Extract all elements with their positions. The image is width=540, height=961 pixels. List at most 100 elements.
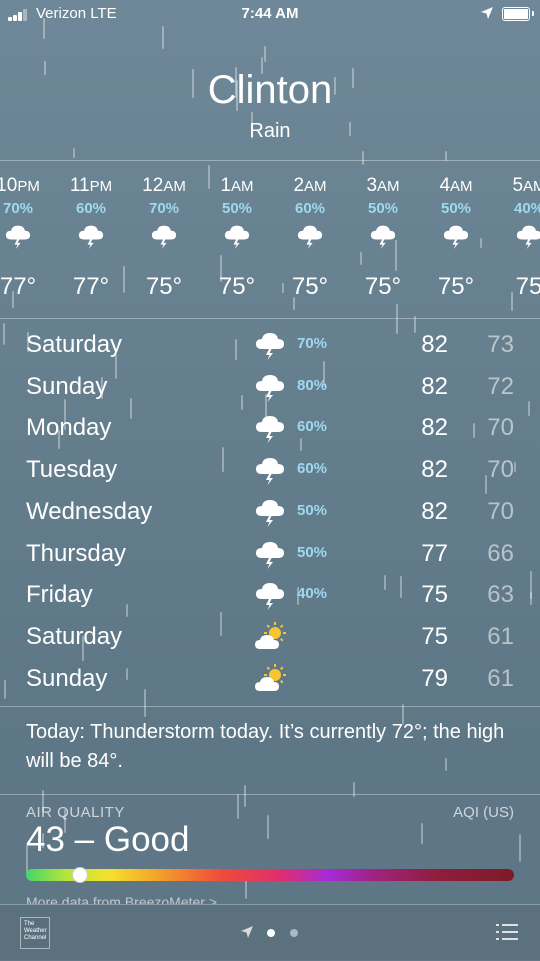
clock: 7:44 AM — [241, 5, 299, 22]
precip-probability: 70% — [297, 335, 328, 352]
hour-label: 12AM — [142, 175, 186, 196]
divider — [0, 160, 540, 161]
day-name: Monday — [26, 414, 112, 442]
hour-temperature: 75° — [291, 273, 329, 300]
daily-row: Saturday 70% 82 73 — [0, 323, 540, 365]
divider — [0, 318, 540, 319]
hour-temperature: 75° — [145, 273, 183, 300]
daily-row: Sunday 79 61 — [0, 657, 540, 699]
thunderstorm-icon — [150, 223, 178, 251]
precip-probability: 50% — [221, 200, 253, 217]
air-quality-label: AIR QUALITY — [26, 804, 125, 821]
thunderstorm-icon — [4, 223, 32, 251]
low-temperature: 70 — [487, 414, 514, 442]
low-temperature: 61 — [487, 664, 514, 692]
low-temperature: 70 — [487, 497, 514, 525]
raindrop — [244, 785, 246, 807]
daily-row: Thursday 50% 77 66 — [0, 532, 540, 574]
hour-temperature: 77° — [0, 273, 37, 300]
hour-label: 10PM — [0, 175, 40, 196]
hour-temperature: 77° — [72, 273, 110, 300]
page-dot-active[interactable] — [267, 929, 275, 937]
thunderstorm-icon — [77, 223, 105, 251]
thunderstorm-icon — [515, 223, 540, 251]
high-temperature: 79 — [421, 664, 448, 692]
high-temperature: 82 — [421, 331, 448, 358]
city-list-icon[interactable] — [496, 923, 518, 941]
precip-probability: 50% — [440, 200, 472, 217]
high-temperature: 77 — [421, 539, 448, 567]
hour-temperature: 75° — [437, 273, 475, 300]
precip-probability: 60% — [297, 418, 328, 436]
more-data-link[interactable]: More data from BreezoMeter > — [26, 892, 217, 904]
high-temperature: 82 — [421, 372, 448, 400]
precip-probability: 60% — [75, 200, 107, 217]
low-temperature: 63 — [487, 581, 514, 609]
low-temperature: 61 — [487, 622, 514, 650]
precip-probability: 40% — [513, 200, 540, 217]
battery-icon — [502, 7, 534, 21]
weather-channel-logo[interactable]: The Weather Channel — [20, 917, 50, 949]
status-bar: Verizon LTE 7:44 AM — [0, 0, 540, 30]
hour-label: 2AM — [293, 175, 327, 196]
raindrop — [237, 794, 239, 819]
daily-row: Wednesday 50% 82 70 — [0, 490, 540, 532]
daily-row: Saturday 75 61 — [0, 615, 540, 657]
daily-row: Monday 60% 82 70 — [0, 406, 540, 448]
thunderstorm-icon — [296, 223, 324, 251]
thunderstorm-icon — [442, 223, 470, 251]
hour-temperature: 75° — [218, 273, 256, 300]
day-name: Thursday — [26, 539, 127, 567]
precip-probability: 40% — [297, 585, 328, 603]
high-temperature: 82 — [421, 497, 448, 525]
high-temperature: 82 — [421, 456, 448, 484]
current-condition: Rain — [249, 120, 291, 142]
high-temperature: 82 — [421, 414, 448, 442]
thunderstorm-icon — [254, 497, 286, 527]
hour-label: 4AM — [439, 175, 473, 196]
hour-label: 5AM — [512, 175, 540, 196]
divider — [0, 706, 540, 707]
high-temperature: 75 — [421, 622, 448, 650]
low-temperature: 70 — [487, 456, 514, 484]
raindrop — [264, 46, 266, 62]
thunderstorm-icon — [254, 330, 286, 360]
daily-row: Friday 40% 75 63 — [0, 573, 540, 615]
day-name: Wednesday — [26, 497, 153, 525]
raindrop — [267, 815, 269, 839]
hour-label: 1AM — [220, 175, 254, 196]
day-name: Saturday — [26, 331, 123, 358]
today-summary: Today: Thunderstorm today. It’s currentl… — [26, 721, 505, 772]
air-quality-scale-bar — [26, 869, 514, 881]
partly-sunny-icon — [254, 663, 286, 694]
hour-label: 3AM — [366, 175, 400, 196]
low-temperature: 66 — [487, 539, 514, 567]
air-quality-indicator — [71, 867, 88, 883]
air-quality-unit: AQI (US) — [453, 804, 514, 821]
page-dot[interactable] — [290, 929, 298, 937]
hour-label: 11PM — [69, 175, 113, 196]
precip-probability: 60% — [297, 460, 328, 478]
hourly-forecast[interactable]: 10PM 70% 77° 11PM 60% 77° 12AM 70% 75° 1AM 50% 75° 2… — [0, 165, 540, 315]
thunderstorm-icon — [254, 580, 286, 611]
daily-row: Tuesday 60% 82 70 — [0, 448, 540, 490]
location-arrow-icon — [481, 7, 493, 19]
raindrop — [362, 151, 364, 165]
current-location-icon[interactable] — [240, 925, 254, 939]
raindrop — [73, 148, 75, 158]
low-temperature: 73 — [487, 331, 514, 358]
thunderstorm-icon — [254, 455, 286, 486]
precip-probability: 50% — [367, 200, 399, 217]
precip-probability: 70% — [148, 200, 180, 217]
bottom-toolbar: The Weather Channel — [0, 904, 540, 961]
divider — [0, 794, 540, 795]
precip-probability: 80% — [297, 376, 328, 394]
low-temperature: 72 — [487, 372, 514, 400]
hour-temperature: 75 — [515, 273, 540, 300]
thunderstorm-icon — [254, 372, 286, 402]
precip-probability: 50% — [297, 543, 328, 561]
day-name: Friday — [26, 581, 93, 609]
high-temperature: 75 — [421, 581, 448, 609]
raindrop — [519, 834, 521, 862]
thunderstorm-icon — [254, 413, 286, 444]
